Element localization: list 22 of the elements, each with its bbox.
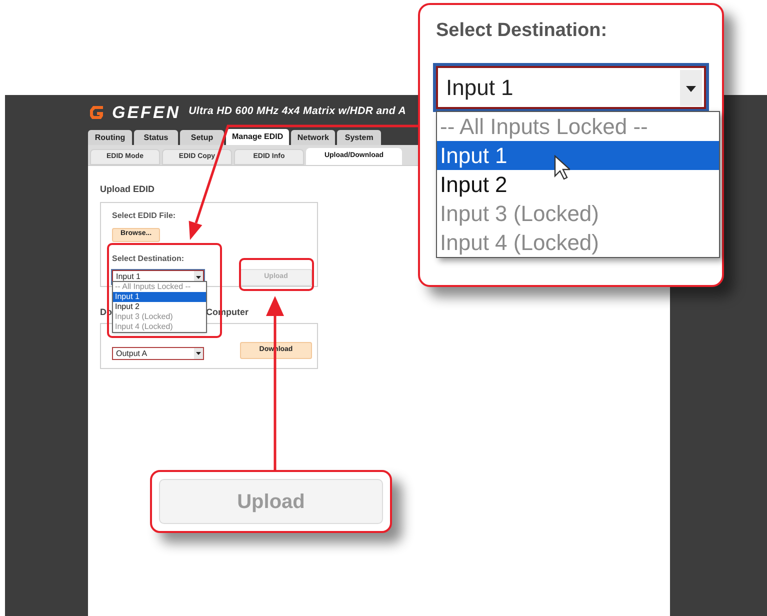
dropdown-option[interactable]: Input 2 <box>113 302 206 312</box>
pointer-cursor-icon <box>554 155 570 180</box>
nav-tab[interactable]: Setup <box>180 130 224 145</box>
nav-tab[interactable]: Status <box>134 130 178 145</box>
dropdown-option[interactable]: Input 1 <box>437 141 719 170</box>
field-label: Select Destination: <box>112 252 186 264</box>
nav-tab[interactable]: Manage EDID <box>226 129 290 145</box>
dropdown-option[interactable]: Input 2 <box>437 170 719 199</box>
dropdown-option[interactable]: Input 1 <box>113 292 206 302</box>
nav-tab[interactable]: Network <box>291 130 336 145</box>
field-label: Select EDID File: <box>112 210 177 222</box>
source-select[interactable]: Output A <box>112 347 204 360</box>
caret-icon <box>194 348 203 359</box>
brand-name: GEFEN <box>112 104 181 120</box>
nav-tab[interactable]: Routing <box>88 130 132 145</box>
caret-icon <box>680 70 702 106</box>
device-title: Ultra HD 600 MHz 4x4 Matrix w/HDR and A <box>188 104 406 120</box>
nav-tab[interactable]: System <box>337 130 382 145</box>
section-heading: Upload EDID <box>100 183 155 196</box>
field-label: Select Destination: <box>436 19 608 43</box>
destination-select[interactable]: Input 1 <box>433 63 709 112</box>
logo-icon <box>88 103 106 121</box>
